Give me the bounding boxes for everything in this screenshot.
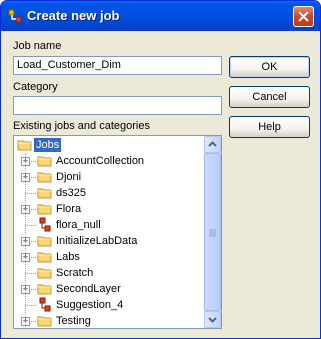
folder-icon bbox=[37, 265, 53, 281]
tree-item-label: AccountCollection bbox=[56, 155, 145, 167]
tree-label: Existing jobs and categories bbox=[13, 120, 150, 132]
job-name-input[interactable]: Load_Customer_Dim bbox=[13, 56, 222, 75]
tree-root-jobs[interactable]: Jobs bbox=[14, 137, 204, 153]
close-button[interactable] bbox=[293, 6, 314, 27]
tree-item[interactable]: ds325 bbox=[14, 185, 204, 201]
folder-icon bbox=[37, 169, 53, 185]
job-name-label: Job name bbox=[13, 40, 62, 52]
jobs-tree[interactable]: Jobs + AccountCollection + Djoni ds325 + Flora f… bbox=[13, 135, 222, 329]
close-icon bbox=[298, 11, 309, 22]
tree-item[interactable]: + Testing bbox=[14, 313, 204, 328]
tree-item-label: InitializeLabData bbox=[56, 235, 138, 247]
title-bar[interactable]: Create new job bbox=[1, 1, 320, 31]
folder-icon bbox=[37, 313, 53, 328]
scroll-thumb[interactable] bbox=[204, 153, 221, 311]
tree-item-label: Labs bbox=[56, 251, 80, 263]
dialog-body: Job name Load_Customer_Dim Category Exis… bbox=[4, 31, 317, 337]
category-label: Category bbox=[13, 81, 58, 93]
tree-item[interactable]: + Djoni bbox=[14, 169, 204, 185]
tree-item[interactable]: Suggestion_4 bbox=[14, 297, 204, 313]
help-button[interactable]: Help bbox=[229, 116, 310, 138]
tree-item-label: Djoni bbox=[56, 171, 82, 183]
tree-scrollbar[interactable] bbox=[204, 136, 221, 328]
tree-trunk-line bbox=[25, 153, 26, 328]
ok-button[interactable]: OK bbox=[229, 56, 310, 78]
tree-connector bbox=[25, 193, 36, 194]
tree-connector bbox=[25, 273, 36, 274]
open-folder-icon bbox=[17, 137, 33, 153]
tree-item-label: Suggestion_4 bbox=[56, 299, 124, 311]
tree-item[interactable]: + Flora bbox=[14, 201, 204, 217]
tree-item[interactable]: Scratch bbox=[14, 265, 204, 281]
job-icon bbox=[37, 217, 53, 233]
tree-item[interactable]: + InitializeLabData bbox=[14, 233, 204, 249]
tree-item[interactable]: + SecondLayer bbox=[14, 281, 204, 297]
tree-item-label: Jobs bbox=[34, 138, 62, 152]
folder-icon bbox=[37, 153, 53, 169]
folder-icon bbox=[37, 185, 53, 201]
chevron-up-icon bbox=[208, 141, 217, 147]
folder-icon bbox=[37, 249, 53, 265]
tree-connector bbox=[25, 225, 36, 226]
scroll-down-button[interactable] bbox=[204, 311, 221, 328]
scroll-up-button[interactable] bbox=[204, 136, 221, 153]
folder-icon bbox=[37, 281, 53, 297]
category-input[interactable] bbox=[13, 96, 222, 115]
tree-item-label: Testing bbox=[56, 315, 91, 327]
tree-connector bbox=[25, 305, 36, 306]
tree-item[interactable]: + Labs bbox=[14, 249, 204, 265]
tree-item-label: flora_null bbox=[56, 219, 101, 231]
folder-icon bbox=[37, 233, 53, 249]
folder-icon bbox=[37, 201, 53, 217]
job-icon bbox=[37, 297, 53, 313]
window-title: Create new job bbox=[27, 8, 120, 23]
chevron-down-icon bbox=[208, 317, 217, 323]
grip-icon bbox=[209, 229, 216, 237]
tree-item-label: Flora bbox=[56, 203, 82, 215]
cancel-button[interactable]: Cancel bbox=[229, 86, 310, 108]
tree-item-label: SecondLayer bbox=[56, 283, 121, 295]
tree-item-label: Scratch bbox=[56, 267, 94, 279]
tree-item[interactable]: flora_null bbox=[14, 217, 204, 233]
tree-item-label: ds325 bbox=[56, 187, 86, 199]
dialog-window: Create new job Job name Load_Customer_Di… bbox=[0, 0, 321, 339]
tree-item[interactable]: + AccountCollection bbox=[14, 153, 204, 169]
job-icon bbox=[7, 8, 23, 24]
